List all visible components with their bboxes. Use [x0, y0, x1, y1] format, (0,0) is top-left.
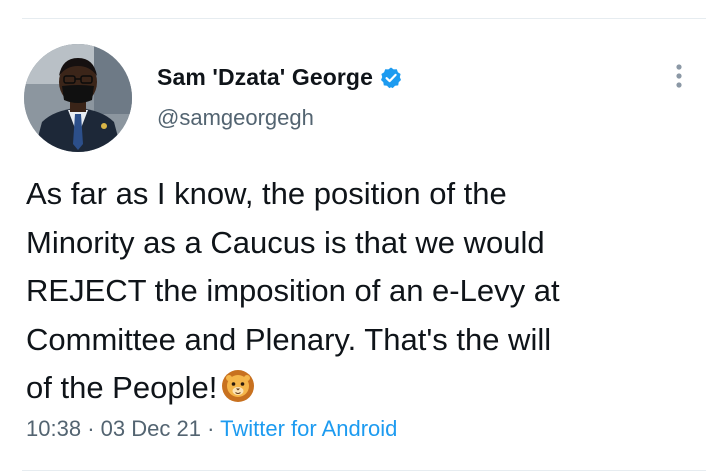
top-divider [22, 18, 706, 19]
author-name-row[interactable]: Sam 'Dzata' George [157, 64, 403, 91]
meta-separator: · [207, 416, 215, 441]
tweet-date[interactable]: 03 Dec 21 [101, 416, 201, 441]
author-display-name[interactable]: Sam 'Dzata' George [157, 64, 373, 91]
avatar-photo [24, 44, 132, 152]
bottom-divider [22, 470, 706, 471]
avatar[interactable] [24, 44, 132, 152]
verified-badge-icon [379, 66, 403, 90]
tweet-source-link[interactable]: Twitter for Android [220, 416, 397, 441]
lion-face-icon [221, 369, 255, 403]
tweet-body: As far as I know, the position of the Mi… [26, 176, 560, 405]
tweet-text: As far as I know, the position of the Mi… [26, 170, 696, 413]
meta-separator: · [87, 416, 95, 441]
author-handle[interactable]: @samgeorgegh [157, 105, 314, 131]
tweet-time[interactable]: 10:38 [26, 416, 81, 441]
more-vertical-icon[interactable] [670, 62, 688, 92]
tweet-meta: 10:38 · 03 Dec 21 · Twitter for Android [26, 416, 397, 442]
